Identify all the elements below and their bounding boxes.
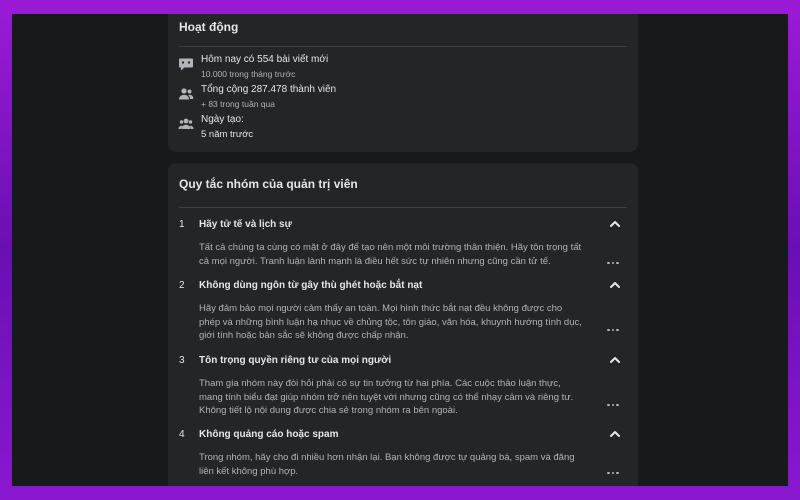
posts-count: Hôm nay có 554 bài viết mới xyxy=(201,54,329,65)
rules-card: Quy tắc nhóm của quản trị viên 1 Hãy tử … xyxy=(168,163,638,486)
chat-bubble-icon xyxy=(179,58,193,71)
rule-number: 2 xyxy=(179,280,185,291)
rule-number: 4 xyxy=(179,429,185,440)
more-options-icon[interactable] xyxy=(607,251,623,264)
chevron-up-icon[interactable] xyxy=(608,217,622,231)
rule-title: Không quảng cáo hoặc spam xyxy=(199,429,339,440)
rules-title: Quy tắc nhóm của quản trị viên xyxy=(179,177,358,191)
members-sub: + 83 trong tuần qua xyxy=(201,99,275,109)
rule-description: Tham gia nhóm này đòi hỏi phải có sự tin… xyxy=(199,378,574,416)
posts-sub: 10.000 trong tháng trước xyxy=(201,69,296,79)
created-value: 5 năm trước xyxy=(201,129,254,140)
group-icon xyxy=(178,118,194,129)
rule-description: Hãy đảm bảo mọi người cảm thấy an toàn. … xyxy=(199,303,582,341)
chevron-up-icon[interactable] xyxy=(608,278,622,292)
chevron-up-icon[interactable] xyxy=(608,427,622,441)
more-options-icon[interactable] xyxy=(607,318,623,331)
activity-title: Hoạt động xyxy=(179,20,239,34)
more-options-icon[interactable] xyxy=(607,393,623,406)
created-label: Ngày tạo: xyxy=(201,114,244,125)
divider xyxy=(179,207,627,208)
rule-title: Tôn trọng quyền riêng tư của mọi người xyxy=(199,355,392,366)
rule-title: Không dùng ngôn từ gây thù ghét hoặc bắt… xyxy=(199,280,423,291)
rule-description: Tất cả chúng ta cùng có mặt ở đây để tạo… xyxy=(199,242,582,267)
more-options-icon[interactable] xyxy=(607,461,623,474)
rule-number: 3 xyxy=(179,355,185,366)
members-icon xyxy=(179,88,194,100)
divider xyxy=(179,46,627,47)
rule-number: 1 xyxy=(179,219,185,230)
screen: Hoạt động Hôm nay có 554 bài viết mới 10… xyxy=(12,14,788,486)
activity-card: Hoạt động Hôm nay có 554 bài viết mới 10… xyxy=(168,14,638,152)
chevron-up-icon[interactable] xyxy=(608,353,622,367)
members-count: Tổng cộng 287.478 thành viên xyxy=(201,84,337,95)
rule-title: Hãy tử tế và lịch sự xyxy=(199,219,292,230)
rule-description: Trong nhóm, hãy cho đi nhiều hơn nhận lạ… xyxy=(199,452,575,477)
